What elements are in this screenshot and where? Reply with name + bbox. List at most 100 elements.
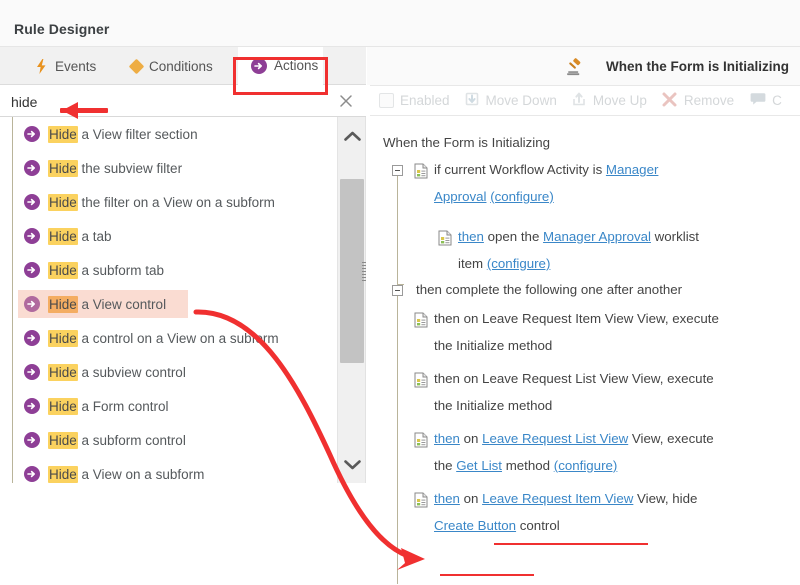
- scrollbar-thumb[interactable]: [340, 179, 364, 363]
- list-item[interactable]: Hide a subview control: [18, 358, 334, 386]
- leave-request-list-view-link[interactable]: Leave Request List View: [482, 431, 628, 446]
- tab-events-label: Events: [55, 59, 96, 74]
- rule-node-icon: [414, 163, 428, 179]
- rule-line-12: then on Leave Request Item View View, hi…: [434, 491, 697, 506]
- checkbox-icon: [379, 93, 394, 108]
- move-down-icon: [464, 91, 480, 110]
- list-item[interactable]: Hide a subform tab: [18, 256, 334, 284]
- tab-conditions[interactable]: Conditions: [118, 47, 226, 85]
- rule-statement-body: When the Form is Initializing if current…: [370, 117, 800, 585]
- tab-actions[interactable]: Actions: [238, 47, 323, 85]
- configure-link[interactable]: (configure): [554, 458, 618, 473]
- scroll-down-button[interactable]: [338, 445, 366, 483]
- rule-node-icon: [438, 230, 452, 246]
- circle-arrow-icon: [24, 194, 40, 210]
- list-item-label: Hide a tab: [48, 229, 112, 244]
- rule-line-11: the Get List method (configure): [434, 458, 617, 473]
- circle-arrow-icon: [24, 296, 40, 312]
- collapse-toggle[interactable]: [392, 165, 403, 176]
- circle-arrow-icon: [24, 126, 40, 142]
- search-bar: [0, 85, 366, 117]
- rule-line-1: if current Workflow Activity is Manager: [434, 162, 658, 177]
- scroll-up-button[interactable]: [338, 117, 366, 155]
- then-link[interactable]: then: [434, 491, 460, 506]
- then-link[interactable]: then: [458, 229, 484, 244]
- rule-line-7: the Initialize method: [434, 338, 552, 353]
- rule-line-3: then open the Manager Approval worklist: [458, 229, 699, 244]
- tab-events[interactable]: Events: [22, 47, 109, 85]
- rule-line-6: then on Leave Request Item View View, ex…: [434, 311, 719, 326]
- rule-node-icon: [414, 372, 428, 388]
- list-item[interactable]: Hide a View on a subform: [18, 460, 334, 483]
- search-input[interactable]: [9, 91, 313, 113]
- rule-header: When the Form is Initializing: [367, 47, 800, 85]
- list-item-label: Hide a control on a View on a subform: [48, 331, 279, 346]
- list-item[interactable]: Hide the subview filter: [18, 154, 334, 182]
- chevron-up-icon: [344, 131, 361, 142]
- remove-label: Remove: [684, 93, 734, 108]
- tree-rail: [397, 296, 398, 584]
- list-scrollbar[interactable]: [337, 117, 365, 483]
- configure-link[interactable]: (configure): [487, 256, 551, 271]
- circle-arrow-icon: [24, 466, 40, 482]
- leave-request-item-view-link[interactable]: Leave Request Item View: [482, 491, 633, 506]
- x-close-icon: [661, 91, 678, 111]
- rule-root-line: When the Form is Initializing: [383, 135, 550, 150]
- circle-arrow-icon: [24, 228, 40, 244]
- rule-line-10: then on Leave Request List View View, ex…: [434, 431, 714, 446]
- circle-arrow-icon: [24, 160, 40, 176]
- collapse-toggle[interactable]: [392, 285, 403, 296]
- circle-arrow-icon: [24, 364, 40, 380]
- tab-strip: Events Conditions Actions: [0, 47, 366, 85]
- list-item-label: Hide a View control: [48, 297, 166, 312]
- rule-line-13: Create Button control: [434, 518, 560, 533]
- create-button-link[interactable]: Create Button: [434, 518, 516, 533]
- list-item-label: Hide a subform control: [48, 433, 186, 448]
- chevron-down-icon: [344, 459, 361, 470]
- remove-button[interactable]: Remove: [661, 91, 734, 111]
- circle-arrow-icon: [24, 330, 40, 346]
- list-item-label: Hide a Form control: [48, 399, 169, 414]
- window-titlebar: Rule Designer: [0, 0, 800, 47]
- comment-button[interactable]: C: [750, 92, 782, 109]
- enabled-label: Enabled: [400, 93, 450, 108]
- list-item[interactable]: Hide a Form control: [18, 392, 334, 420]
- list-item[interactable]: Hide a control on a View on a subform: [18, 324, 334, 352]
- circle-arrow-icon: [24, 432, 40, 448]
- enabled-checkbox[interactable]: Enabled: [379, 93, 450, 108]
- tab-actions-label: Actions: [274, 58, 318, 73]
- rule-line-8: then on Leave Request List View View, ex…: [434, 371, 714, 386]
- rule-definition-panel: When the Form is Initializing Enabled Mo…: [367, 47, 800, 585]
- list-item-label: Hide a View filter section: [48, 127, 198, 142]
- move-up-label: Move Up: [593, 93, 647, 108]
- list-item[interactable]: Hide a View filter section: [18, 120, 334, 148]
- move-down-button[interactable]: Move Down: [464, 91, 557, 110]
- manager-approval-link[interactable]: Manager Approval: [543, 229, 651, 244]
- approval-link[interactable]: Approval: [434, 189, 486, 204]
- get-list-link[interactable]: Get List: [456, 458, 502, 473]
- list-item-label: Hide the filter on a View on a subform: [48, 195, 275, 210]
- list-item[interactable]: Hide a subform control: [18, 426, 334, 454]
- tree-rail: [397, 176, 398, 284]
- move-up-button[interactable]: Move Up: [571, 91, 647, 110]
- move-up-icon: [571, 91, 587, 110]
- rule-line-4: item (configure): [458, 256, 550, 271]
- comment-label: C: [772, 93, 782, 108]
- rule-line-9: the Initialize method: [434, 398, 552, 413]
- list-item[interactable]: Hide the filter on a View on a subform: [18, 188, 334, 216]
- gavel-icon: [564, 57, 584, 77]
- configure-link[interactable]: (configure): [490, 189, 554, 204]
- circle-arrow-icon: [251, 58, 267, 74]
- rule-node-icon: [414, 432, 428, 448]
- then-link[interactable]: then: [434, 431, 460, 446]
- rule-header-title: When the Form is Initializing: [606, 59, 789, 74]
- action-list: Hide a View filter section Hide the subv…: [0, 117, 366, 483]
- list-item-label: Hide a subview control: [48, 365, 186, 380]
- list-item-selected[interactable]: Hide a View control: [18, 290, 188, 318]
- manager-link[interactable]: Manager: [606, 162, 658, 177]
- diamond-icon: [129, 58, 145, 74]
- circle-arrow-icon: [24, 398, 40, 414]
- rule-toolbar: Enabled Move Down Move Up Remove: [370, 85, 800, 116]
- close-icon[interactable]: [338, 93, 354, 109]
- list-item[interactable]: Hide a tab: [18, 222, 334, 250]
